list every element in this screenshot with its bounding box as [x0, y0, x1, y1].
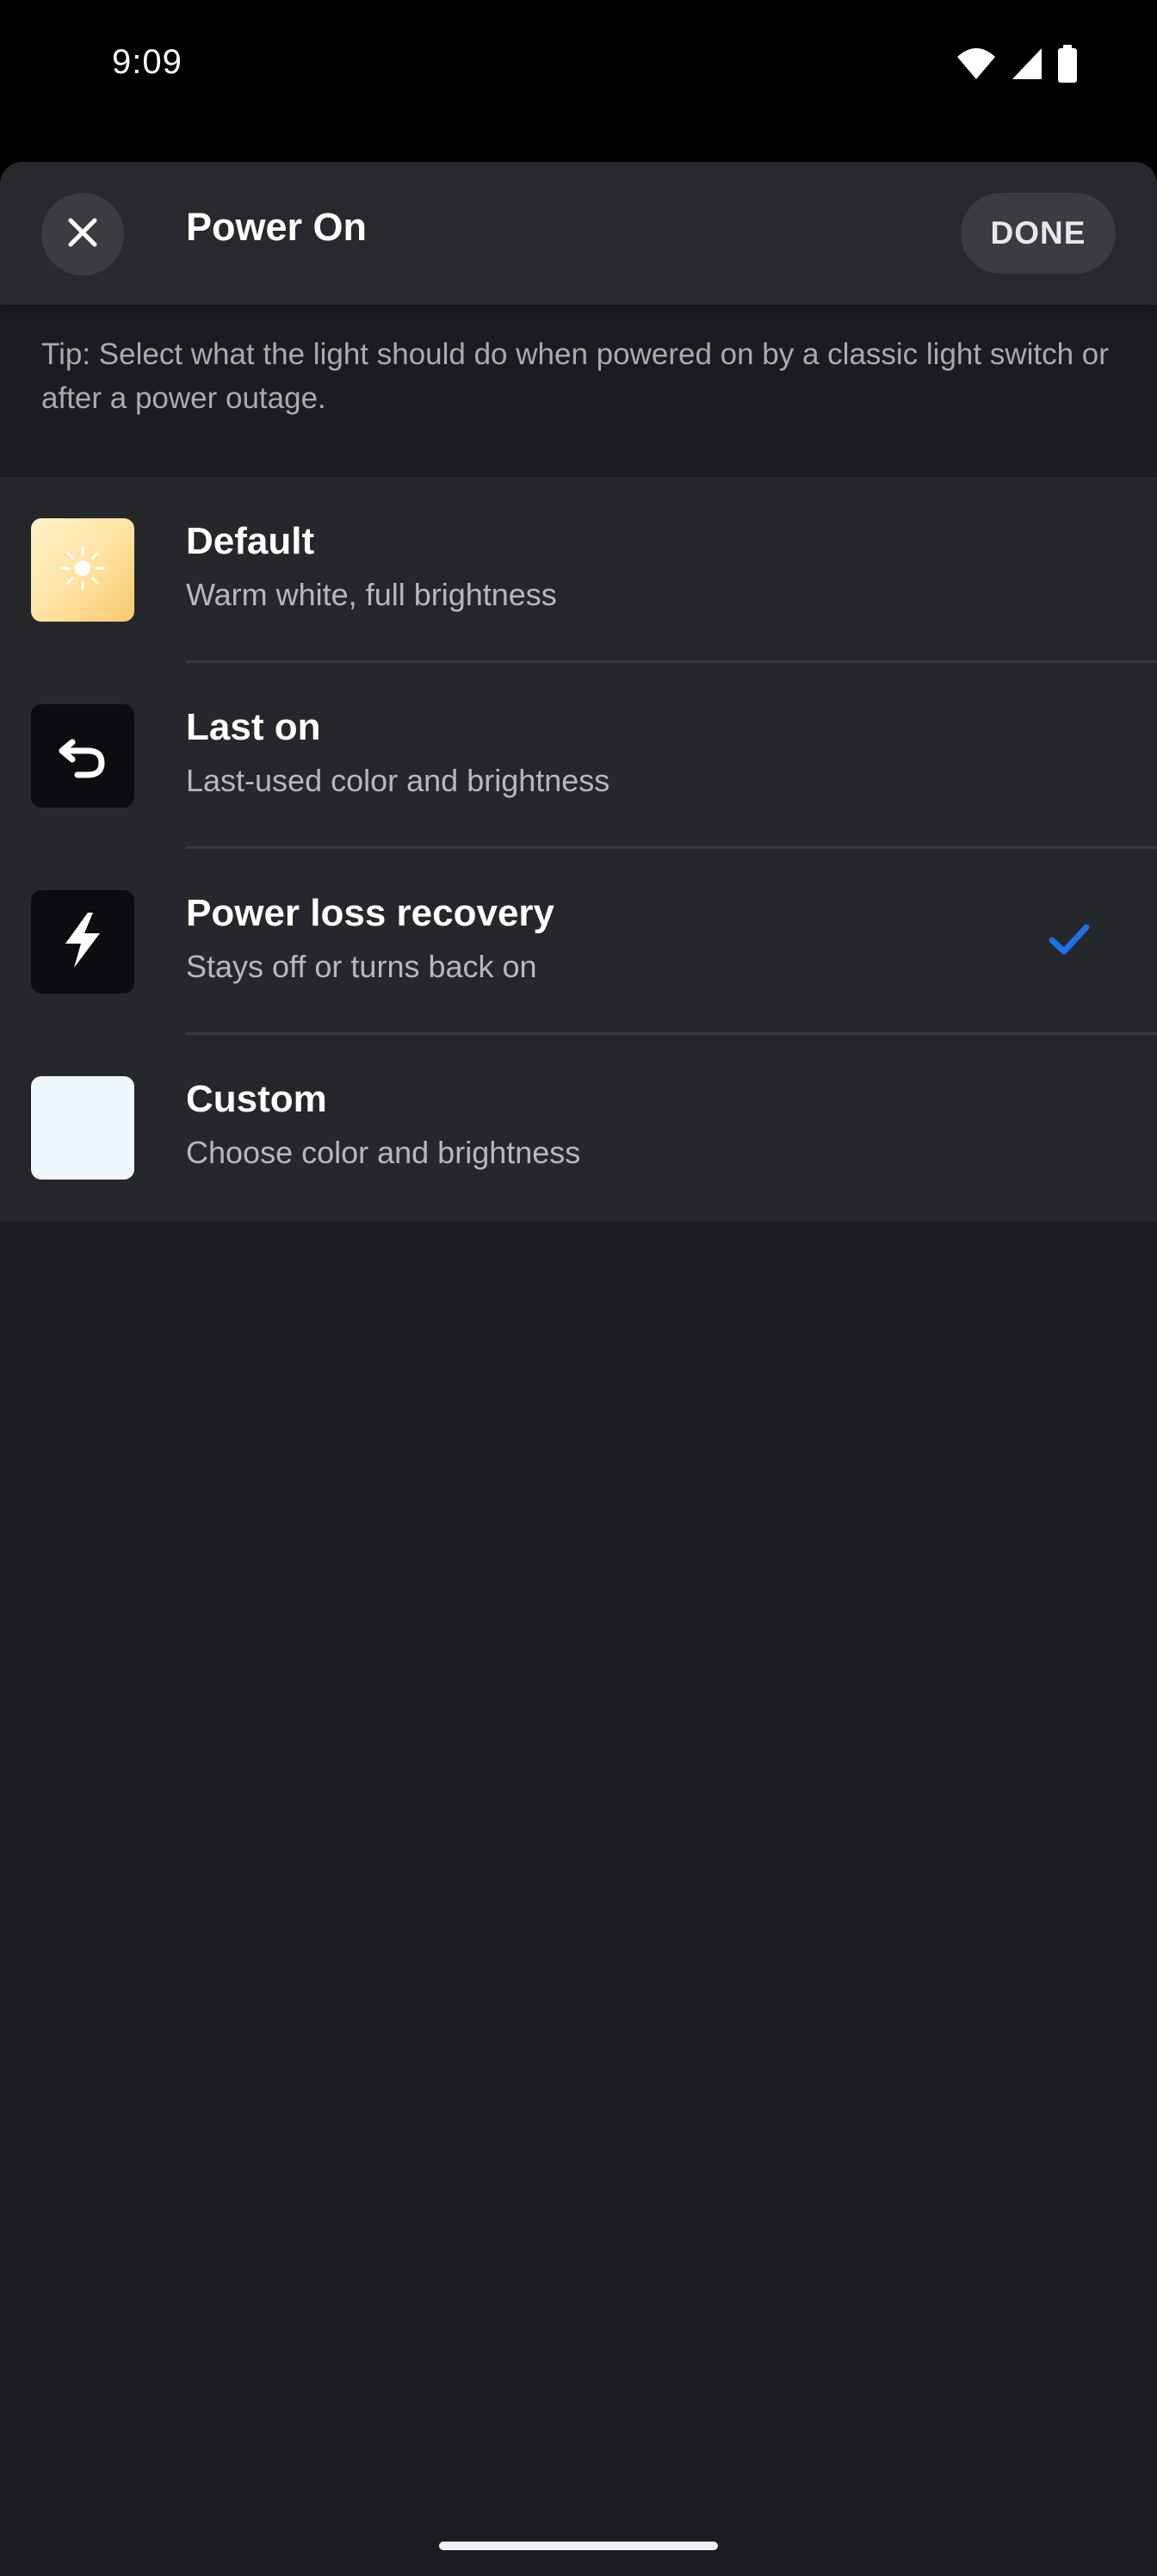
power-loss-icon-tile — [31, 890, 134, 994]
undo-arrow-icon — [55, 727, 110, 786]
close-icon — [65, 215, 100, 254]
close-button[interactable] — [41, 193, 124, 276]
signal-icon — [1011, 46, 1043, 81]
last-on-icon-tile — [31, 704, 134, 808]
option-last-on[interactable]: Last on Last-used color and brightness — [0, 663, 1157, 849]
option-title: Power loss recovery — [186, 892, 555, 934]
sun-icon — [57, 542, 108, 598]
status-time: 9:09 — [112, 43, 183, 81]
selected-check-icon — [1049, 923, 1090, 962]
status-bar: 9:09 — [0, 0, 1157, 162]
page-title: Power On — [186, 205, 368, 249]
option-title: Last on — [186, 706, 321, 748]
option-default[interactable]: Default Warm white, full brightness — [0, 477, 1157, 663]
option-subtitle: Choose color and brightness — [186, 1135, 581, 1170]
battery-icon — [1057, 45, 1078, 83]
sheet-header: Power On DONE — [0, 162, 1157, 305]
option-subtitle: Last-used color and brightness — [186, 763, 610, 798]
status-icons — [956, 45, 1078, 83]
done-button[interactable]: DONE — [961, 193, 1116, 274]
power-on-sheet: Power On DONE Tip: Select what the light… — [0, 162, 1157, 2576]
option-subtitle: Warm white, full brightness — [186, 577, 557, 612]
option-power-loss-recovery[interactable]: Power loss recovery Stays off or turns b… — [0, 849, 1157, 1035]
option-title: Default — [186, 520, 315, 562]
power-on-options-list: Default Warm white, full brightness Last… — [0, 477, 1157, 1221]
custom-color-swatch — [31, 1076, 134, 1180]
option-custom[interactable]: Custom Choose color and brightness — [0, 1035, 1157, 1221]
lightning-icon — [59, 911, 107, 974]
tip-text: Tip: Select what the light should do whe… — [41, 337, 1109, 415]
wifi-icon — [956, 46, 997, 81]
home-indicator[interactable] — [439, 2542, 718, 2550]
option-title: Custom — [186, 1078, 327, 1120]
option-subtitle: Stays off or turns back on — [186, 949, 537, 984]
default-icon-tile — [31, 518, 134, 622]
